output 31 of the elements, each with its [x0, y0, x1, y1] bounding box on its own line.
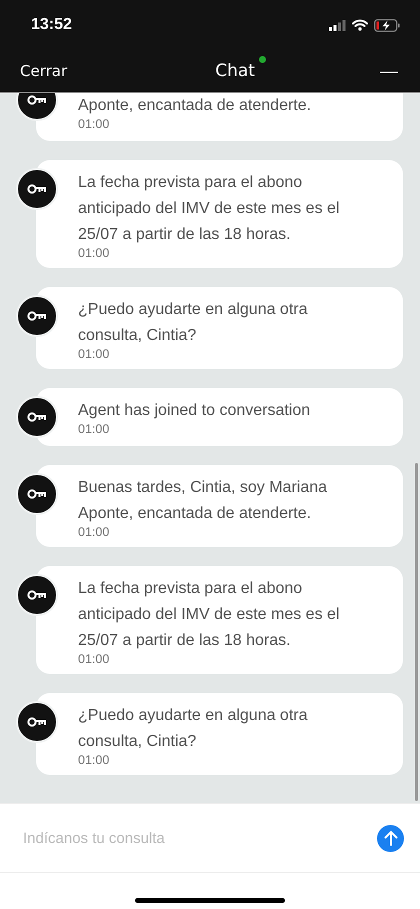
send-button[interactable] — [377, 824, 404, 852]
message-text: Buenas tardes, Cintia, soy Mariana Aponte, encantada de atenderte. — [78, 478, 328, 524]
key-icon — [27, 489, 47, 499]
message-input-field[interactable]: Indícanos tu consulta — [21, 828, 377, 848]
key-icon — [27, 590, 47, 600]
battery-charging-icon — [374, 18, 400, 32]
message-text: Aponte, encantada de atenderte. — [78, 96, 312, 116]
message-time: 01:00 — [78, 652, 110, 666]
message-text: ¿Puedo ayudarte en alguna otra consulta, Cintia? — [78, 300, 308, 346]
key-icon — [27, 95, 47, 105]
clock-time: 13:52 — [31, 16, 72, 34]
arrow-up-icon — [384, 830, 398, 846]
message-text: Agent has joined to conversation — [78, 401, 312, 421]
key-icon — [27, 717, 47, 727]
key-icon — [27, 184, 47, 194]
close-link[interactable]: Cerrar — [20, 62, 68, 80]
key-icon — [27, 311, 47, 321]
message-time: 01:00 — [78, 246, 110, 260]
signal-icon — [329, 20, 346, 30]
wifi-icon — [352, 19, 368, 31]
chat-title: Chat — [215, 61, 255, 81]
message-time: 01:00 — [78, 347, 110, 361]
message-text: La fecha prevista para el abono anticipado del IMV de este mes es el 25/07 a partir de las 18 horas. — [78, 579, 340, 651]
message-time: 01:00 — [78, 753, 110, 767]
message-time: 01:00 — [78, 525, 110, 539]
minimize-button[interactable]: — — [380, 60, 398, 82]
message-text: ¿Puedo ayudarte en alguna otra consulta, Cintia? — [78, 706, 308, 752]
message-text: La fecha prevista para el abono anticipado del IMV de este mes es el 25/07 a partir de las 18 horas. — [78, 173, 340, 245]
message-time: 01:00 — [78, 117, 110, 131]
message-time: 01:00 — [78, 422, 110, 436]
key-icon — [27, 412, 47, 422]
